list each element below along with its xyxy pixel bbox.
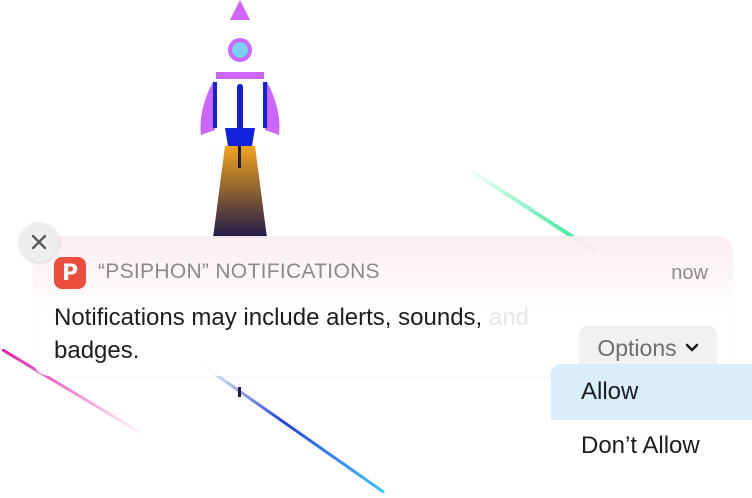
message-end: badges.	[54, 337, 140, 364]
message-faded: and	[482, 304, 529, 331]
app-icon: P	[54, 257, 86, 289]
options-label: Options	[597, 334, 677, 361]
rocket-collar	[216, 72, 264, 79]
decorative-streak-blue	[199, 362, 386, 494]
message-main: Notifications may include alerts, sounds…	[54, 304, 483, 331]
close-icon	[31, 234, 47, 250]
decorative-dash	[238, 387, 241, 397]
rocket-fin-left	[200, 82, 215, 135]
rocket-illustration	[200, 0, 280, 238]
rocket-fin-right	[265, 82, 280, 135]
menu-item-allow[interactable]: Allow	[551, 364, 752, 420]
menu-item-label: Don’t Allow	[581, 432, 700, 459]
notification-message: Notifications may include alerts, sounds…	[54, 301, 574, 367]
app-icon-letter: P	[61, 260, 79, 286]
menu-item-dont-allow[interactable]: Don’t Allow	[551, 418, 752, 474]
app-name: “PSIPHON” NOTIFICATIONS	[98, 260, 380, 283]
rocket-tip	[230, 0, 250, 20]
close-button[interactable]	[19, 222, 59, 262]
rocket-base	[225, 128, 255, 146]
menu-item-label: Allow	[581, 378, 639, 405]
options-menu: Allow Don’t Allow	[551, 364, 752, 474]
chevron-down-icon	[685, 343, 698, 352]
notification-time: now	[671, 262, 708, 284]
